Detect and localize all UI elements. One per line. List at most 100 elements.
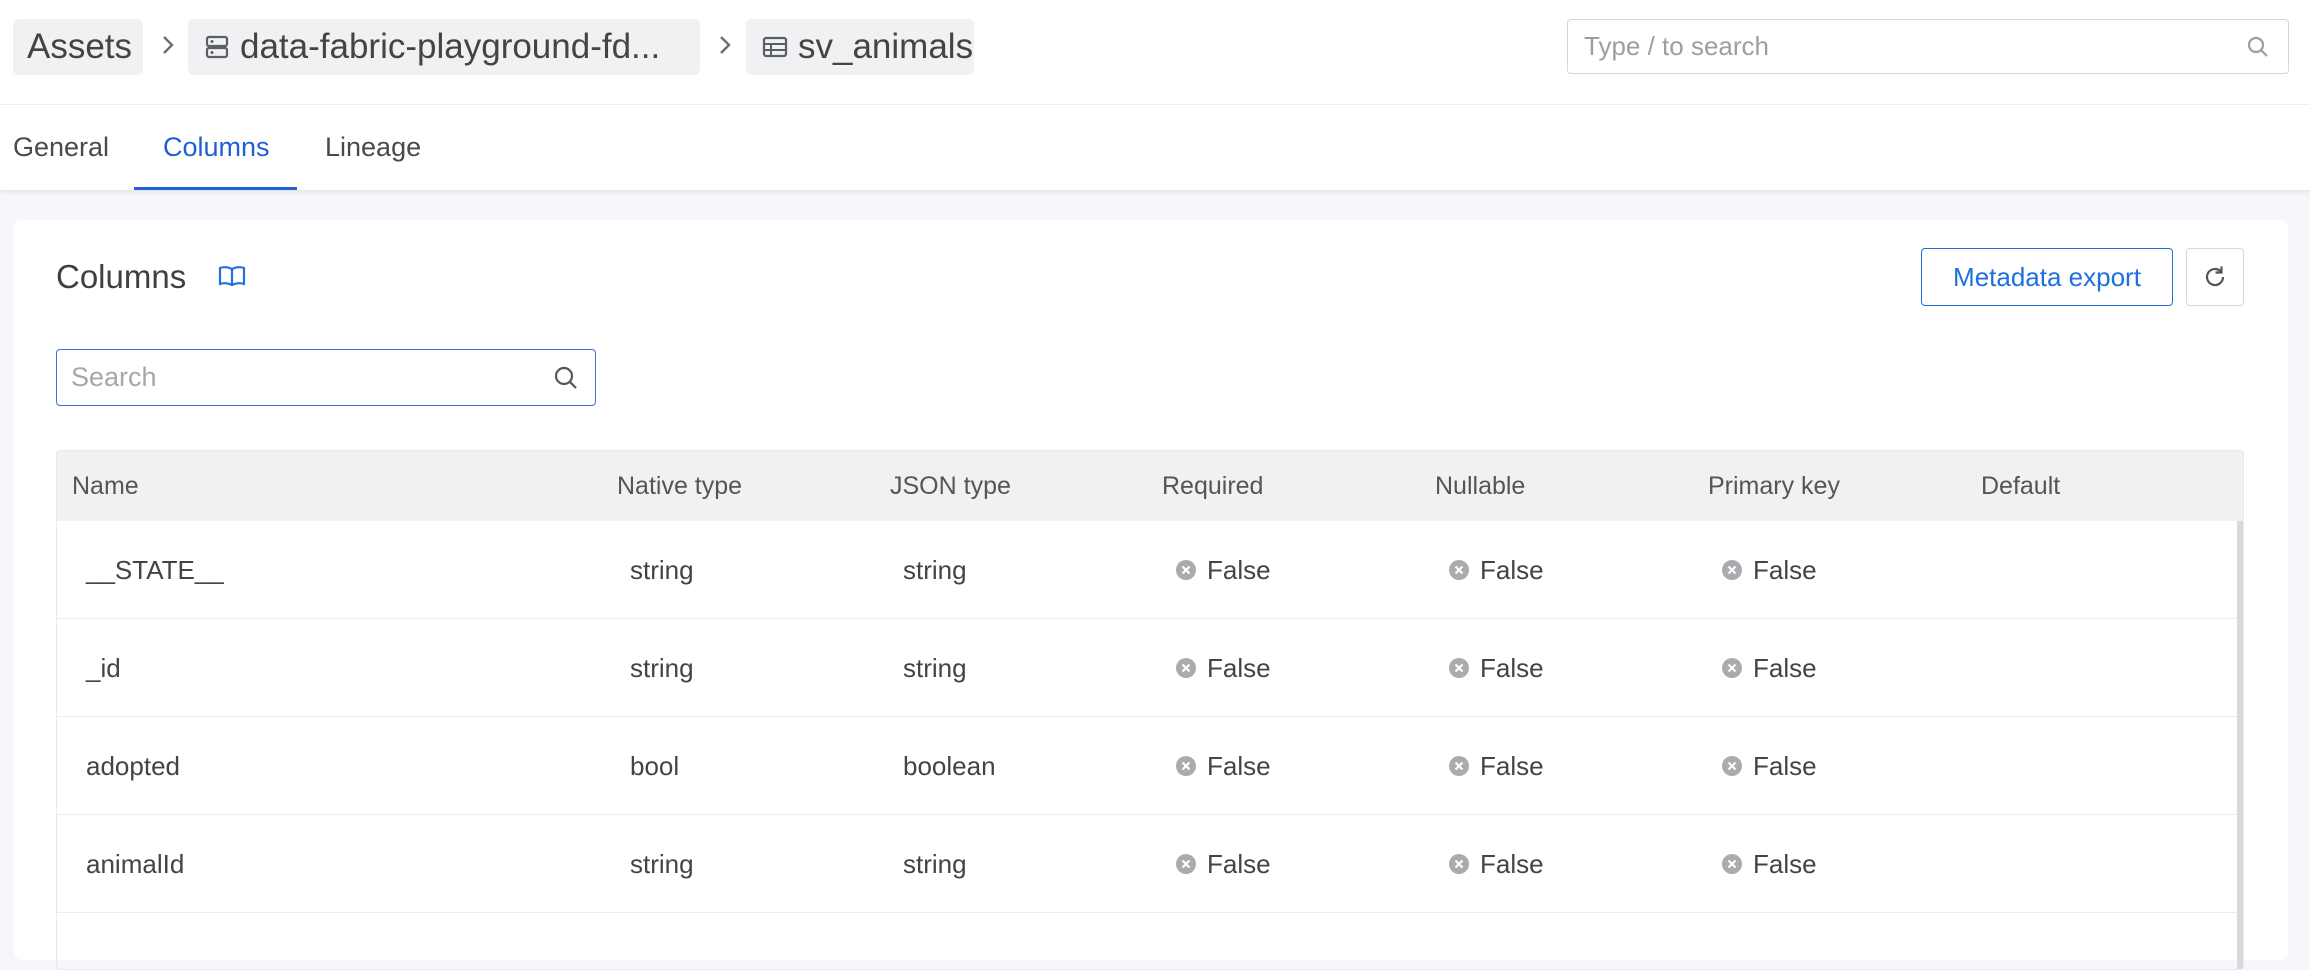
header-native-type[interactable]: Native type <box>617 451 742 521</box>
cell-nullable: False <box>1448 717 1544 815</box>
tab-general[interactable]: General <box>13 105 109 189</box>
tab-lineage-label: Lineage <box>325 131 422 162</box>
table-row[interactable]: _id string string False False False <box>57 619 2243 717</box>
false-x-icon <box>1448 755 1470 777</box>
cell-nullable: False <box>1448 619 1544 717</box>
database-icon <box>204 34 230 60</box>
cell-required-text: False <box>1207 554 1271 585</box>
cell-native-type: string <box>630 521 694 619</box>
table-body: __STATE__ string string False False False _id s… <box>57 521 2243 913</box>
cell-json-type: string <box>903 619 967 717</box>
breadcrumb-assets[interactable]: Assets <box>13 19 143 75</box>
cell-primary-key: False <box>1721 521 1817 619</box>
cell-name: _id <box>86 619 121 717</box>
cell-name-text: __STATE__ <box>86 554 224 585</box>
cell-required: False <box>1175 521 1271 619</box>
cell-primary-key: False <box>1721 619 1817 717</box>
cell-nullable: False <box>1448 521 1544 619</box>
cell-nullable-text: False <box>1480 554 1544 585</box>
cell-name-text: adopted <box>86 750 180 781</box>
false-x-icon <box>1721 853 1743 875</box>
header-required[interactable]: Required <box>1162 451 1263 521</box>
search-icon[interactable] <box>553 365 579 391</box>
cell-json-type: string <box>903 521 967 619</box>
columns-search-input[interactable] <box>57 350 553 405</box>
false-x-icon <box>1175 657 1197 679</box>
table-scrollbar[interactable] <box>2237 521 2243 969</box>
tab-general-label: General <box>13 131 110 162</box>
top-bar: Assets data-fabric-playground-fd... sv_a… <box>0 0 2310 191</box>
cell-native-type: string <box>630 815 694 913</box>
cell-primary-key-text: False <box>1753 554 1817 585</box>
false-x-icon <box>1721 657 1743 679</box>
cell-required: False <box>1175 619 1271 717</box>
cell-json-type: string <box>903 815 967 913</box>
false-x-icon <box>1448 559 1470 581</box>
cell-native-type-text: string <box>630 848 694 879</box>
columns-table: Name Native type JSON type Required Null… <box>56 450 2244 970</box>
breadcrumb-source[interactable]: data-fabric-playground-fd... <box>188 19 700 75</box>
refresh-button[interactable] <box>2186 248 2244 306</box>
breadcrumb-assets-label: Assets <box>27 27 133 66</box>
header-name[interactable]: Name <box>72 451 139 521</box>
table-row[interactable]: adopted bool boolean False False False <box>57 717 2243 815</box>
refresh-icon <box>2202 264 2228 290</box>
breadcrumb-table[interactable]: sv_animals <box>746 19 974 75</box>
table-row[interactable]: animalId string string False False False <box>57 815 2243 913</box>
false-x-icon <box>1721 559 1743 581</box>
chevron-right-icon <box>715 30 735 60</box>
cell-primary-key-text: False <box>1753 652 1817 683</box>
header-json-type[interactable]: JSON type <box>890 451 1011 521</box>
cell-nullable-text: False <box>1480 750 1544 781</box>
cell-native-type-text: string <box>630 652 694 683</box>
false-x-icon <box>1175 853 1197 875</box>
chevron-right-icon <box>158 30 178 60</box>
search-icon[interactable] <box>2246 35 2270 59</box>
cell-primary-key-text: False <box>1753 750 1817 781</box>
table-row[interactable]: __STATE__ string string False False False <box>57 521 2243 619</box>
columns-search-box[interactable] <box>56 349 596 406</box>
section-title: Columns <box>56 258 187 295</box>
false-x-icon <box>1175 559 1197 581</box>
cell-json-type-text: string <box>903 848 967 879</box>
table-header: Name Native type JSON type Required Null… <box>57 451 2243 521</box>
false-x-icon <box>1448 657 1470 679</box>
tab-columns-label: Columns <box>163 131 270 162</box>
header-default[interactable]: Default <box>1981 451 2060 521</box>
global-search-input[interactable] <box>1568 20 2246 73</box>
false-x-icon <box>1175 755 1197 777</box>
book-icon[interactable] <box>218 264 246 293</box>
global-search-box[interactable] <box>1567 19 2289 74</box>
breadcrumb-table-label: sv_animals <box>798 27 974 66</box>
cell-name: animalId <box>86 815 184 913</box>
cell-nullable-text: False <box>1480 652 1544 683</box>
metadata-export-button[interactable]: Metadata export <box>1921 248 2173 306</box>
cell-required-text: False <box>1207 652 1271 683</box>
cell-required-text: False <box>1207 848 1271 879</box>
tab-columns[interactable]: Columns <box>163 105 270 189</box>
table-icon <box>762 35 788 59</box>
header-primary-key[interactable]: Primary key <box>1708 451 1840 521</box>
cell-native-type-text: bool <box>630 750 680 781</box>
cell-primary-key: False <box>1721 815 1817 913</box>
cell-nullable-text: False <box>1480 848 1544 879</box>
cell-primary-key-text: False <box>1753 848 1817 879</box>
header-nullable[interactable]: Nullable <box>1435 451 1525 521</box>
cell-required-text: False <box>1207 750 1271 781</box>
cell-json-type-text: boolean <box>903 750 996 781</box>
cell-primary-key: False <box>1721 717 1817 815</box>
cell-native-type: string <box>630 619 694 717</box>
false-x-icon <box>1448 853 1470 875</box>
cell-name-text: animalId <box>86 848 185 879</box>
cell-required: False <box>1175 815 1271 913</box>
cell-json-type-text: string <box>903 554 967 585</box>
columns-card: Columns Metadata export Name Native type… <box>14 220 2288 970</box>
tab-lineage[interactable]: Lineage <box>325 105 421 189</box>
cell-nullable: False <box>1448 815 1544 913</box>
cell-native-type: bool <box>630 717 679 815</box>
cell-required: False <box>1175 717 1271 815</box>
cell-name: __STATE__ <box>86 521 224 619</box>
cell-native-type-text: string <box>630 554 694 585</box>
cell-name-text: _id <box>86 652 121 683</box>
active-tab-indicator <box>134 187 297 190</box>
